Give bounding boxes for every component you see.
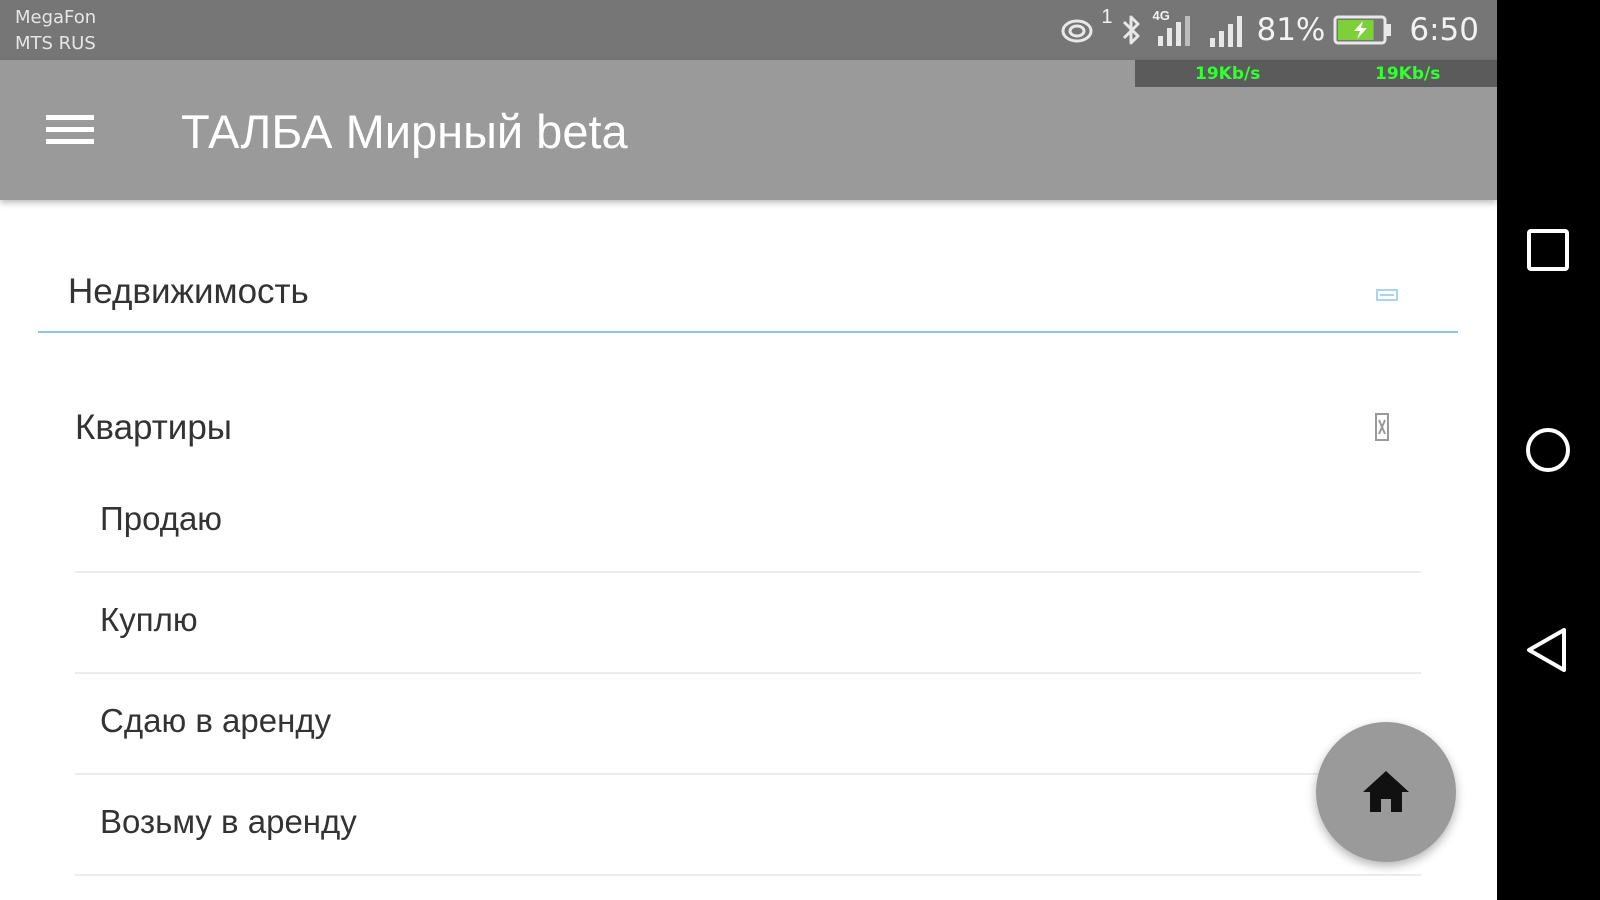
option-label: Куплю [100, 601, 198, 638]
speed-1-label: 19Kb/s [1195, 64, 1261, 84]
bluetooth-icon [1120, 12, 1144, 48]
option-label: Возьму в аренду [100, 803, 357, 840]
back-button[interactable] [1523, 625, 1573, 675]
app-screen: MegaFon MTS RUS 1 4G 81% 6:50 19Kb/s 19K… [0, 0, 1497, 900]
subcategory-header[interactable]: Квартиры [75, 400, 1420, 460]
option-rent-out[interactable]: Сдаю в аренду [75, 674, 1421, 775]
recents-square-icon [1527, 229, 1569, 271]
category-dropdown[interactable]: Недвижимость [38, 230, 1458, 333]
option-sell[interactable]: Продаю [75, 472, 1421, 573]
category-value: Недвижимость [68, 272, 309, 311]
clock-label: 6:50 [1409, 12, 1479, 48]
option-label: Продаю [100, 500, 223, 537]
menu-button[interactable] [40, 105, 100, 155]
sync-icon [1057, 13, 1099, 47]
carrier-1-label: MegaFon [15, 7, 97, 28]
dropdown-arrow-icon [1376, 288, 1398, 307]
option-buy[interactable]: Куплю [75, 573, 1421, 674]
status-icons: 1 4G 81% 6:50 [1057, 6, 1479, 50]
sync-badge: 1 [1101, 6, 1113, 28]
app-title: ТАЛБА Мирный beta [181, 105, 628, 158]
subcategory-label: Квартиры [75, 408, 232, 447]
battery-charging-icon [1333, 14, 1393, 46]
network-speed-bar: 19Kb/s 19Kb/s [1135, 60, 1497, 87]
signal-icon [1208, 12, 1248, 48]
speed-2-label: 19Kb/s [1375, 64, 1441, 84]
hamburger-menu-icon [46, 115, 94, 144]
carrier-2-label: MTS RUS [15, 33, 96, 54]
back-triangle-icon [1527, 628, 1566, 672]
home-nav-button[interactable] [1523, 425, 1573, 475]
status-bar: MegaFon MTS RUS 1 4G 81% 6:50 [0, 0, 1497, 60]
home-icon [1363, 771, 1409, 812]
home-fab-button[interactable] [1316, 722, 1456, 862]
system-nav-bar [1497, 0, 1600, 900]
option-rent[interactable]: Возьму в аренду [75, 775, 1421, 876]
recents-button[interactable] [1523, 225, 1573, 275]
option-label: Сдаю в аренду [100, 702, 332, 739]
battery-percent-label: 81% [1256, 12, 1326, 48]
main-content: Недвижимость Квартиры Продаю Куплю Сдаю … [0, 200, 1497, 900]
options-list: Продаю Куплю Сдаю в аренду Возьму в арен… [75, 472, 1421, 876]
home-circle-icon [1526, 428, 1570, 472]
expand-collapse-icon [1374, 412, 1390, 447]
signal-4g-icon: 4G [1152, 8, 1200, 50]
